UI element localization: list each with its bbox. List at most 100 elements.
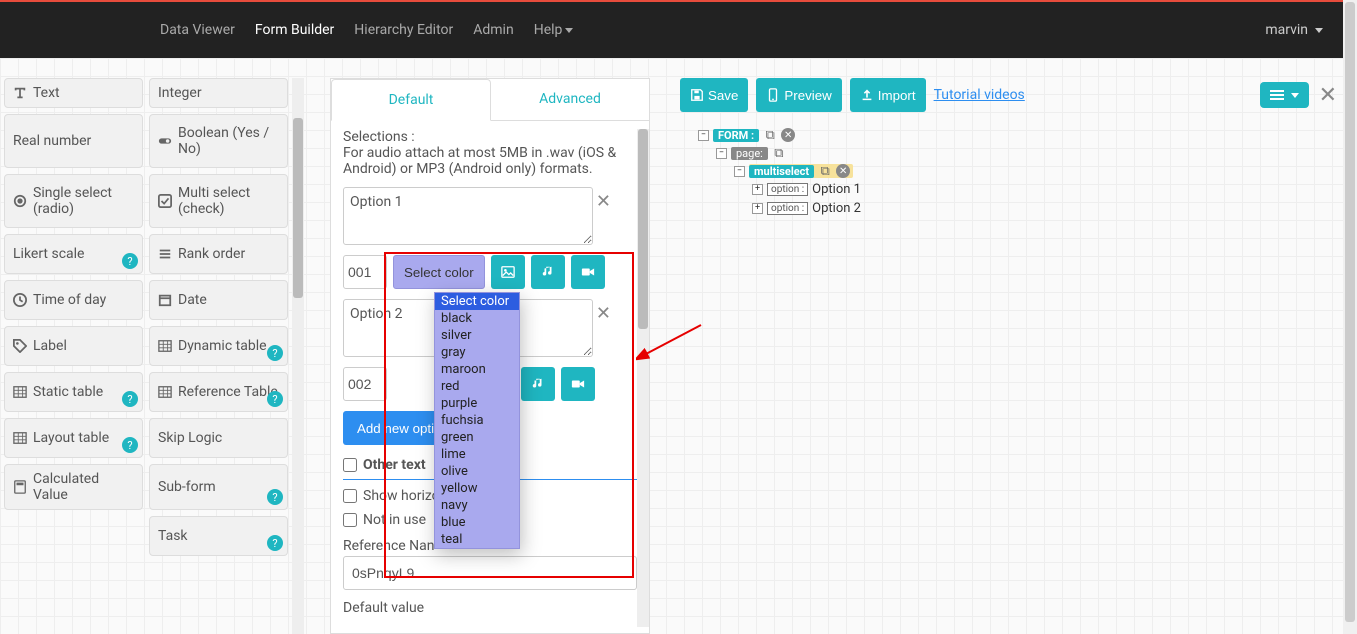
color-option[interactable]: gray [435,344,519,361]
palette-real-number[interactable]: Real number [4,114,143,168]
help-icon[interactable]: ? [122,253,138,269]
color-dropdown[interactable]: Select color black silver gray maroon re… [434,292,520,549]
tree-form-node[interactable]: FORM : [713,129,759,142]
tab-default[interactable]: Default [331,79,491,121]
nav-form-builder[interactable]: Form Builder [255,22,334,38]
workspace: Text Integer Real number Boolean (Yes / … [0,58,1343,634]
attach-video-button[interactable] [561,367,595,401]
help-icon[interactable]: ? [122,437,138,453]
help-icon[interactable]: ? [267,489,283,505]
color-option[interactable]: silver [435,327,519,344]
color-option[interactable]: blue [435,514,519,531]
select-color-button[interactable]: Select color [393,255,485,289]
palette-scrollbar[interactable] [292,78,304,634]
option-code-input[interactable] [343,255,387,289]
save-button[interactable]: Save [680,78,748,112]
tree-toggle[interactable]: + [752,184,763,195]
tree-option-label[interactable]: Option 2 [812,201,861,216]
palette-time-of-day[interactable]: Time of day [4,280,143,320]
palette-label[interactable]: Label [4,326,143,366]
color-option[interactable]: yellow [435,480,519,497]
palette-rank-order[interactable]: Rank order [149,234,288,274]
palette-item-label: Skip Logic [158,430,222,446]
not-in-use-checkbox[interactable] [343,513,357,527]
show-horizontal-checkbox[interactable] [343,489,357,503]
tag-icon [13,339,27,353]
remove-option-button[interactable]: ✕ [596,303,611,324]
preview-button[interactable]: Preview [756,78,841,112]
color-option[interactable]: teal [435,531,519,548]
color-option[interactable]: purple [435,395,519,412]
palette-dynamic-table[interactable]: Dynamic table ? [149,326,288,366]
delete-icon[interactable]: ✕ [781,128,795,142]
palette-likert[interactable]: Likert scale ? [4,234,143,274]
tab-advanced[interactable]: Advanced [491,79,649,120]
color-option[interactable]: olive [435,463,519,480]
palette-layout-table[interactable]: Layout table ? [4,418,143,458]
remove-option-button[interactable]: ✕ [596,191,611,212]
nav-help[interactable]: Help [534,22,574,38]
palette-task[interactable]: Task ? [149,516,288,556]
palette-reference-table[interactable]: Reference Table ? [149,372,288,412]
other-text-checkbox[interactable] [343,458,357,472]
palette-calculated-value[interactable]: Calculated Value [4,464,143,510]
palette-multi-select[interactable]: Multi select (check) [149,174,288,228]
copy-icon[interactable]: ⧉ [818,164,832,178]
color-option[interactable]: green [435,429,519,446]
nav-data-viewer[interactable]: Data Viewer [160,22,235,38]
help-icon[interactable]: ? [267,345,283,361]
option-text-input[interactable] [343,187,593,245]
reference-name-input[interactable] [343,556,637,590]
help-icon[interactable]: ? [122,391,138,407]
nav-user-menu[interactable]: marvin [1265,22,1323,38]
tree-toggle[interactable]: − [716,148,727,159]
tree-toggle[interactable]: − [734,166,745,177]
attach-audio-button[interactable] [531,255,565,289]
close-panel-button[interactable]: ✕ [1319,83,1337,108]
palette-static-table[interactable]: Static table ? [4,372,143,412]
palette-skip-logic[interactable]: Skip Logic [149,418,288,458]
attach-video-button[interactable] [571,255,605,289]
page-scroll-thumb[interactable] [1345,2,1355,622]
attach-image-button[interactable] [491,255,525,289]
delete-icon[interactable]: ✕ [836,164,850,178]
import-button[interactable]: Import [850,78,926,112]
palette-sub-form[interactable]: Sub-form ? [149,464,288,510]
palette-single-select[interactable]: Single select (radio) [4,174,143,228]
attach-audio-button[interactable] [521,367,555,401]
color-option[interactable]: black [435,310,519,327]
copy-icon[interactable]: ⧉ [772,146,786,160]
main-navbar: Data Viewer Form Builder Hierarchy Edito… [0,2,1343,58]
editor-scroll-thumb[interactable] [638,129,648,329]
color-option[interactable]: lime [435,446,519,463]
help-icon[interactable]: ? [267,535,283,551]
right-panel: Save Preview Import Tutorial videos ✕ [680,78,1337,634]
palette-scroll-thumb[interactable] [293,118,303,298]
palette-text[interactable]: Text [4,78,143,108]
nav-hierarchy-editor[interactable]: Hierarchy Editor [354,22,453,38]
tree-toggle[interactable]: + [752,203,763,214]
tree-option-label[interactable]: Option 1 [812,182,861,197]
palette-item-label: Label [33,338,67,354]
palette-date[interactable]: Date [149,280,288,320]
editor-scrollbar[interactable] [637,129,649,627]
color-option[interactable]: fuchsia [435,412,519,429]
page-scrollbar[interactable] [1343,0,1357,634]
color-option[interactable]: navy [435,497,519,514]
copy-icon[interactable]: ⧉ [763,128,777,142]
color-option[interactable]: red [435,378,519,395]
color-option[interactable]: Select color [435,293,519,310]
not-in-use-label: Not in use [363,512,426,528]
tutorial-videos-link[interactable]: Tutorial videos [934,87,1025,103]
palette-boolean[interactable]: Boolean (Yes / No) [149,114,288,168]
tree-page-node[interactable]: page: [731,147,768,160]
color-option[interactable]: maroon [435,361,519,378]
help-icon[interactable]: ? [267,391,283,407]
tree-multiselect-node[interactable]: multiselect [749,165,814,178]
preview-label: Preview [784,88,831,103]
palette-integer[interactable]: Integer [149,78,288,108]
tree-toggle[interactable]: − [698,130,709,141]
option-code-input[interactable] [343,367,387,401]
menu-button[interactable] [1260,82,1309,108]
nav-admin[interactable]: Admin [473,22,513,38]
